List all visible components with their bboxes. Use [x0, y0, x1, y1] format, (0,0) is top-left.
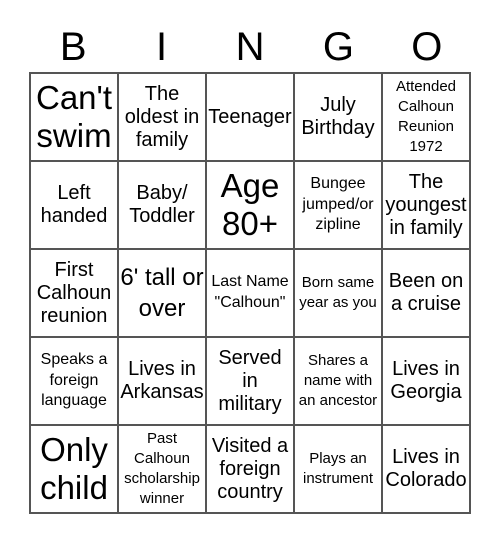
bingo-cell[interactable]: Shares a name with an ancestor: [294, 337, 382, 425]
bingo-cell[interactable]: 6' tall or over: [118, 249, 206, 337]
header-letter-o: O: [411, 25, 443, 69]
header-letter-n: N: [235, 25, 265, 69]
bingo-cell-text: Age 80+: [220, 167, 280, 242]
bingo-cell-text: Can't swim: [35, 79, 112, 154]
bingo-cell-text: The oldest in family: [124, 82, 200, 151]
bingo-cell-text: Lives in Colorado: [385, 446, 467, 491]
bingo-cell-text: Visited a foreign country: [211, 434, 289, 503]
bingo-cell-text: The youngest in family: [385, 170, 467, 239]
bingo-cell-text: Lives in Georgia: [390, 358, 462, 403]
bingo-cell-text: Teenager: [208, 105, 292, 128]
bingo-cell-text: Left handed: [40, 182, 108, 227]
bingo-cell[interactable]: Lives in Arkansas: [118, 337, 206, 425]
bingo-cell-text: Served in military: [218, 346, 282, 415]
bingo-cell[interactable]: Age 80+: [206, 161, 294, 249]
bingo-cell[interactable]: Can't swim: [30, 73, 118, 161]
bingo-cell[interactable]: The youngest in family: [382, 161, 470, 249]
bingo-cell[interactable]: Left handed: [30, 161, 118, 249]
bingo-cell[interactable]: Plays an instrument: [294, 425, 382, 513]
bingo-cell[interactable]: Born same year as you: [294, 249, 382, 337]
bingo-cell[interactable]: Speaks a foreign language: [30, 337, 118, 425]
bingo-cell[interactable]: Last Name "Calhoun": [206, 249, 294, 337]
bingo-cell-text: Speaks a foreign language: [40, 350, 108, 410]
bingo-grid: Can't swim The oldest in family Teenager Ju…: [29, 72, 471, 514]
bingo-cell-text: Attended Calhoun Reunion 1972: [395, 77, 457, 156]
bingo-cell[interactable]: Baby/ Toddler: [118, 161, 206, 249]
bingo-cell[interactable]: Only child: [30, 425, 118, 513]
bingo-cell-text: 6' tall or over: [120, 263, 204, 322]
bingo-cell[interactable]: First Calhoun reunion: [30, 249, 118, 337]
bingo-cell[interactable]: Past Calhoun scholarship winner: [118, 425, 206, 513]
bingo-cell[interactable]: Visited a foreign country: [206, 425, 294, 513]
bingo-cell[interactable]: Attended Calhoun Reunion 1972: [382, 73, 470, 161]
bingo-cell-text: Past Calhoun scholarship winner: [124, 429, 200, 508]
bingo-cell-text: Shares a name with an ancestor: [298, 351, 378, 410]
bingo-cell-text: Lives in Arkansas: [120, 358, 204, 403]
bingo-cell[interactable]: Lives in Georgia: [382, 337, 470, 425]
bingo-cell[interactable]: Lives in Colorado: [382, 425, 470, 513]
bingo-cell-text: Been on a cruise: [388, 270, 464, 315]
bingo-cell-text: Last Name "Calhoun": [211, 273, 289, 311]
bingo-cell-text: Only child: [40, 431, 108, 506]
header-letter-b: B: [59, 25, 87, 69]
bingo-cell[interactable]: Served in military: [206, 337, 294, 425]
bingo-cell-text: Born same year as you: [299, 273, 377, 311]
bingo-cell[interactable]: July Birthday: [294, 73, 382, 161]
bingo-cell-text: Plays an instrument: [302, 449, 374, 487]
bingo-cell[interactable]: Bungee jumped/or zipline: [294, 161, 382, 249]
bingo-cell-text: First Calhoun reunion: [36, 258, 112, 327]
bingo-cell[interactable]: Been on a cruise: [382, 249, 470, 337]
bingo-header: B I N G O: [29, 22, 471, 72]
bingo-cell-text: Baby/ Toddler: [129, 182, 195, 227]
bingo-cell-text: Bungee jumped/or zipline: [302, 174, 374, 234]
header-letter-g: G: [322, 25, 354, 69]
bingo-cell-text: July Birthday: [301, 94, 375, 139]
bingo-cell[interactable]: The oldest in family: [118, 73, 206, 161]
header-letter-i: I: [156, 25, 168, 69]
bingo-cell[interactable]: Teenager: [206, 73, 294, 161]
